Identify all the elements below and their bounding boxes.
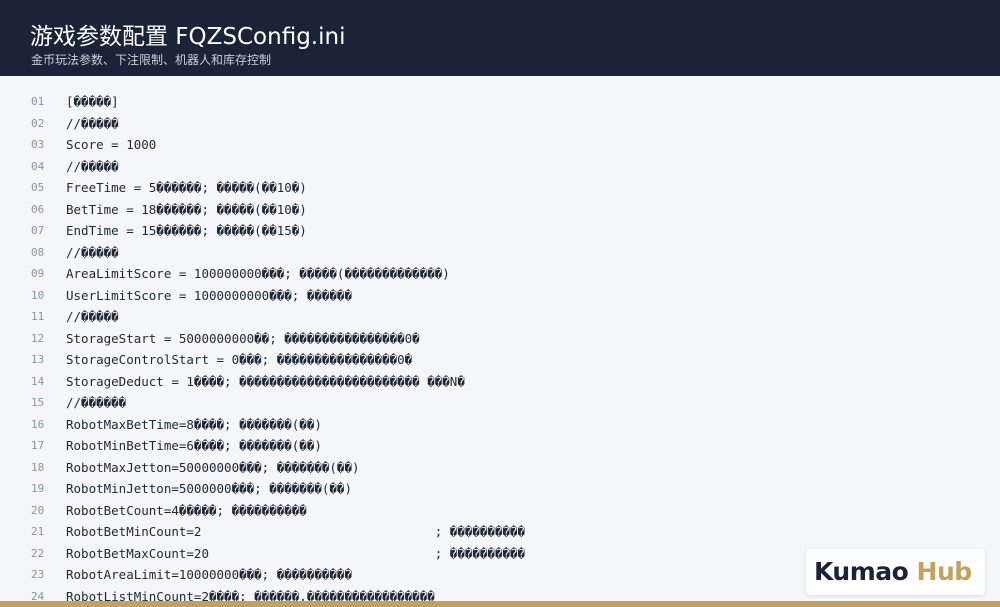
- brand-logo: Kumao Hub: [814, 557, 972, 586]
- header-bar: 游戏参数配置 FQZSConfig.ini 金币玩法参数、下注限制、机器人和库存…: [0, 0, 1000, 76]
- line-text: StorageDeduct = 1����; �����������������…: [66, 373, 465, 389]
- code-line: 12 StorageStart = 5000000000��; ���������…: [0, 328, 1000, 350]
- line-text: StorageControlStart = 0���; ������������…: [66, 352, 413, 367]
- line-number: 19: [31, 482, 45, 495]
- line-number: 02: [31, 116, 45, 130]
- code-line: 20 RobotBetCount=4�����; ����������: [0, 500, 1000, 522]
- line-number: 17: [31, 439, 45, 452]
- line-text: RobotBetMinCount=2 ; ����������: [66, 524, 526, 539]
- line-text: BetTime = 18������; �����(��10�): [66, 201, 307, 217]
- code-line: 02 //�����: [0, 113, 1000, 135]
- code-line: 19 RobotMinJetton=5000000���; �������(��): [0, 478, 1000, 500]
- brand-watermark: Kumao Hub: [806, 549, 985, 595]
- line-number: 16: [31, 417, 45, 431]
- code-line: 13 StorageControlStart = 0���; ����������…: [0, 349, 1000, 371]
- line-text: RobotBetCount=4�����; ����������: [66, 502, 307, 518]
- line-number: 12: [31, 331, 45, 345]
- line-number: 14: [31, 374, 45, 388]
- line-number: 13: [31, 353, 45, 366]
- code-line: 21 RobotBetMinCount=2 ; ����������: [0, 521, 1000, 543]
- line-text: RobotMaxBetTime=8����; �������(��): [66, 416, 322, 432]
- line-number: 21: [31, 525, 45, 538]
- line-text: //�����: [66, 115, 119, 131]
- line-number: 09: [31, 267, 45, 280]
- line-text: //�����: [66, 309, 119, 324]
- line-text: RobotMinBetTime=6����; �������(��): [66, 438, 322, 453]
- code-viewer: 01 [�����] 02 //����� 03 Score = 1000 04 //����…: [0, 91, 1000, 607]
- code-line: 10 UserLimitScore = 1000000000���; ������: [0, 285, 1000, 307]
- brand-name-part2: Hub: [916, 557, 973, 586]
- code-line: 09 AreaLimitScore = 100000000���; �����(�…: [0, 263, 1000, 285]
- line-text: [�����]: [66, 94, 119, 109]
- line-text: RobotMaxJetton=50000000���; �������(��): [66, 459, 360, 475]
- line-text: Score = 1000: [66, 137, 157, 152]
- code-line: 04 //�����: [0, 156, 1000, 178]
- line-number: 04: [31, 159, 45, 173]
- line-number: 05: [31, 181, 45, 194]
- line-number: 15: [31, 396, 45, 409]
- line-text: EndTime = 15������; �����(��15�): [66, 223, 307, 238]
- line-text: //������: [66, 395, 127, 410]
- line-number: 23: [31, 568, 45, 581]
- code-line: 08 //�����: [0, 242, 1000, 264]
- line-number: 06: [31, 202, 45, 216]
- page-title: 游戏参数配置 FQZSConfig.ini: [30, 24, 346, 50]
- code-line: 14 StorageDeduct = 1����; ���������������…: [0, 371, 1000, 393]
- line-number: 08: [31, 245, 45, 259]
- line-number: 07: [31, 224, 45, 237]
- line-text: UserLimitScore = 1000000000���; ������: [66, 287, 352, 303]
- line-text: StorageStart = 5000000000��; �����������…: [66, 330, 420, 346]
- line-text: RobotBetMaxCount=20 ; ����������: [66, 545, 526, 561]
- code-line: 05 FreeTime = 5������; �����(��10�): [0, 177, 1000, 199]
- code-line: 06 BetTime = 18������; �����(��10�): [0, 199, 1000, 221]
- line-number: 03: [31, 138, 45, 151]
- code-line: 15 //������: [0, 392, 1000, 414]
- line-text: //�����: [66, 158, 119, 174]
- line-number: 22: [31, 546, 45, 560]
- line-number: 01: [31, 95, 45, 108]
- line-number: 18: [31, 460, 45, 474]
- page-subtitle: 金币玩法参数、下注限制、机器人和库存控制: [31, 53, 272, 67]
- line-text: AreaLimitScore = 100000000���; �����(���…: [66, 266, 450, 281]
- code-line: 18 RobotMaxJetton=50000000���; �������(��…: [0, 457, 1000, 479]
- code-line: 16 RobotMaxBetTime=8����; �������(��): [0, 414, 1000, 436]
- bottom-accent-bar: [0, 601, 1000, 607]
- line-number: 10: [31, 288, 45, 302]
- line-text: FreeTime = 5������; �����(��10�): [66, 180, 307, 195]
- code-line: 11 //�����: [0, 306, 1000, 328]
- line-text: RobotMinJetton=5000000���; �������(��): [66, 481, 352, 496]
- code-line: 01 [�����]: [0, 91, 1000, 113]
- line-number: 20: [31, 503, 45, 517]
- line-text: //�����: [66, 244, 119, 260]
- line-text: RobotAreaLimit=10000000���; ����������: [66, 567, 352, 582]
- code-line: 03 Score = 1000: [0, 134, 1000, 156]
- line-number: 11: [31, 310, 45, 323]
- brand-name-part1: Kumao: [814, 557, 909, 586]
- code-line: 17 RobotMinBetTime=6����; �������(��): [0, 435, 1000, 457]
- code-line: 07 EndTime = 15������; �����(��15�): [0, 220, 1000, 242]
